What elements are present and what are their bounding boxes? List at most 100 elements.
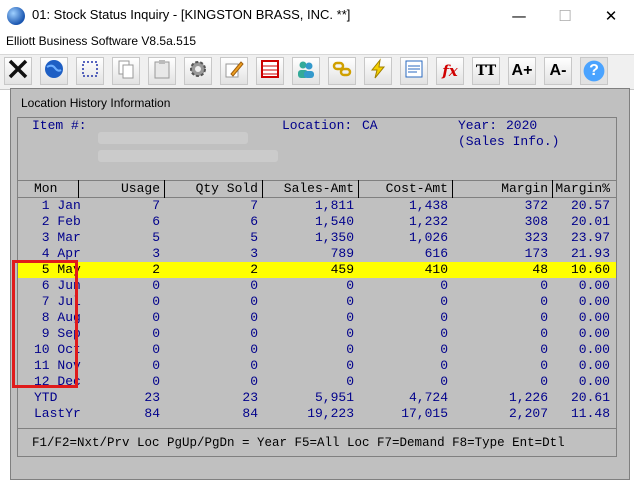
cell-margin: 0	[540, 278, 548, 293]
cell-margin-pct: 21.93	[570, 246, 610, 261]
location-value: CA	[362, 118, 378, 133]
cell-margin: 0	[540, 342, 548, 357]
app-name-bar: Elliott Business Software V8.5a.515	[0, 32, 634, 52]
cell-margin-pct: 0.00	[578, 326, 610, 341]
col-divider	[78, 180, 79, 198]
cell-usage: 0	[152, 310, 160, 325]
close-button[interactable]: ✕	[588, 0, 634, 32]
cell-sales-amt: 459	[330, 262, 354, 277]
cell-margin-pct: 0.00	[578, 358, 610, 373]
link-button[interactable]	[328, 57, 356, 85]
cell-margin: 323	[524, 230, 548, 245]
spreadsheet-button[interactable]	[256, 57, 284, 85]
cell-qty-sold: 7	[250, 198, 258, 213]
cell-qty-sold: 2	[250, 262, 258, 277]
footer-separator	[18, 428, 616, 429]
table-row[interactable]: LastYr 84 84 19,223 17,015 2,207 11.48	[18, 406, 616, 422]
maximize-button[interactable]: ☐	[542, 0, 588, 32]
cell-usage: 23	[144, 390, 160, 405]
cell-cost-amt: 1,438	[408, 198, 448, 213]
cell-qty-sold: 0	[250, 342, 258, 357]
font-bigger-button[interactable]: A+	[508, 57, 536, 85]
dialog-title: Location History Information	[21, 96, 171, 110]
table-row[interactable]: 11 Nov 0 0 0 0 0 0.00	[18, 358, 616, 374]
cell-cost-amt: 1,232	[408, 214, 448, 229]
col-qty-sold: Qty Sold	[195, 181, 258, 196]
item-number-redacted	[98, 132, 248, 144]
table-row[interactable]: 4 Apr 3 3 789 616 173 21.93	[18, 246, 616, 262]
edit-button[interactable]	[220, 57, 248, 85]
col-divider	[358, 180, 359, 198]
cell-sales-amt: 0	[346, 326, 354, 341]
paste-button[interactable]	[148, 57, 176, 85]
col-divider	[262, 180, 263, 198]
users-icon	[298, 61, 314, 78]
cell-margin-pct: 0.00	[578, 278, 610, 293]
table-row[interactable]: YTD 23 23 5,951 4,724 1,226 20.61	[18, 390, 616, 406]
cell-usage: 5	[152, 230, 160, 245]
cell-cost-amt: 0	[440, 342, 448, 357]
year-label: Year:	[458, 118, 498, 133]
cell-cost-amt: 616	[424, 246, 448, 261]
lightning-icon	[370, 58, 386, 79]
font-smaller-button[interactable]: A-	[544, 57, 572, 85]
item-label: Item #:	[32, 118, 87, 133]
cell-margin: 0	[540, 326, 548, 341]
function-key-help: F1/F2=Nxt/Prv Loc PgUp/PgDn = Year F5=Al…	[32, 436, 565, 450]
table-row[interactable]: 2 Feb 6 6 1,540 1,232 308 20.01	[18, 214, 616, 230]
help-button[interactable]: ?	[580, 57, 608, 85]
cell-sales-amt: 0	[346, 342, 354, 357]
cell-margin-pct: 20.01	[570, 214, 610, 229]
settings-button[interactable]	[184, 57, 212, 85]
cell-sales-amt: 1,350	[314, 230, 354, 245]
cell-cost-amt: 0	[440, 358, 448, 373]
table-row[interactable]: 12 Dec 0 0 0 0 0 0.00	[18, 374, 616, 390]
location-history-dialog: Location History Information Item #: Loc…	[10, 88, 630, 480]
table-row[interactable]: 10 Oct 0 0 0 0 0 0.00	[18, 342, 616, 358]
cell-qty-sold: 0	[250, 326, 258, 341]
globe-icon	[45, 60, 63, 78]
spreadsheet-icon	[261, 60, 279, 78]
lightning-button[interactable]	[364, 57, 392, 85]
select-icon	[82, 61, 98, 77]
col-cost-amt: Cost-Amt	[385, 181, 448, 196]
copy-button[interactable]	[112, 57, 140, 85]
cell-usage: 2	[152, 262, 160, 277]
table-row[interactable]: 8 Aug 0 0 0 0 0 0.00	[18, 310, 616, 326]
minimize-button[interactable]: —	[496, 0, 542, 32]
table-row[interactable]: 9 Sep 0 0 0 0 0 0.00	[18, 326, 616, 342]
table-row[interactable]: 6 Jun 0 0 0 0 0 0.00	[18, 278, 616, 294]
table-row[interactable]: 7 Jul 0 0 0 0 0 0.00	[18, 294, 616, 310]
col-divider	[164, 180, 165, 198]
function-button[interactable]: fx	[436, 57, 464, 85]
cell-sales-amt: 0	[346, 294, 354, 309]
col-margin: Margin	[501, 181, 548, 196]
app-globe-icon	[7, 7, 25, 25]
window-title: 01: Stock Status Inquiry - [KINGSTON BRA…	[32, 7, 351, 22]
users-button[interactable]	[292, 57, 320, 85]
cell-margin-pct: 23.97	[570, 230, 610, 245]
toolbar: fx TT A+ A- ?	[0, 54, 634, 90]
cell-margin: 308	[524, 214, 548, 229]
cell-margin-pct: 20.57	[570, 198, 610, 213]
select-button[interactable]	[76, 57, 104, 85]
gear-icon	[190, 61, 206, 77]
cell-margin: 0	[540, 374, 548, 389]
edit-icon	[225, 61, 244, 78]
table-row-selected[interactable]: 5 May 2 2 459 410 48 10.60	[18, 262, 616, 278]
cell-margin: 2,207	[508, 406, 548, 421]
table-row[interactable]: 3 Mar 5 5 1,350 1,026 323 23.97	[18, 230, 616, 246]
font-button[interactable]: TT	[472, 57, 500, 85]
exit-x-button[interactable]	[4, 57, 32, 85]
notes-button[interactable]	[400, 57, 428, 85]
globe-button[interactable]	[40, 57, 68, 85]
table-row[interactable]: 1 Jan 7 7 1,811 1,438 372 20.57	[18, 198, 616, 214]
cell-cost-amt: 0	[440, 294, 448, 309]
cell-margin-pct: 11.48	[570, 406, 610, 421]
col-divider	[452, 180, 453, 198]
year-value: 2020	[506, 118, 538, 133]
cell-usage: 0	[152, 326, 160, 341]
cell-usage: 0	[152, 358, 160, 373]
cell-qty-sold: 23	[242, 390, 258, 405]
cell-qty-sold: 0	[250, 294, 258, 309]
